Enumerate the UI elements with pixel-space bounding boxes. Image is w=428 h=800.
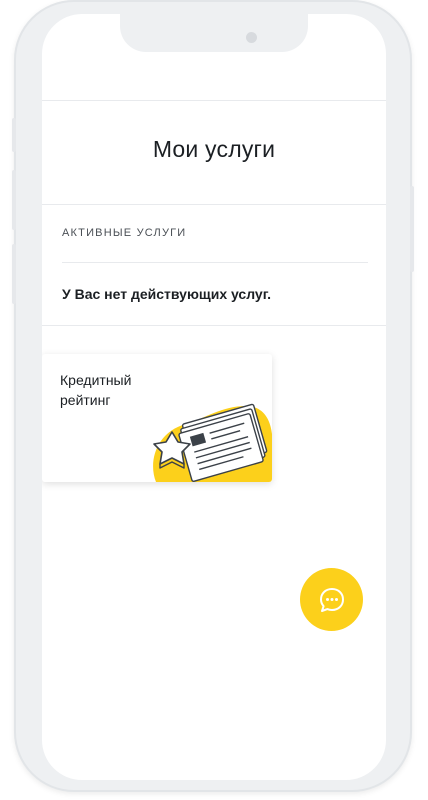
list-divider bbox=[42, 325, 386, 326]
volume-down-button bbox=[12, 244, 16, 304]
top-divider bbox=[42, 100, 386, 101]
active-services-label: АКТИВНЫЕ УСЛУГИ bbox=[62, 227, 187, 239]
volume-up-button bbox=[12, 170, 16, 230]
front-camera bbox=[246, 32, 257, 43]
chat-button[interactable] bbox=[300, 568, 363, 631]
chat-bubble-icon bbox=[319, 587, 344, 612]
header-divider bbox=[42, 204, 386, 205]
section-divider bbox=[62, 262, 368, 263]
page-title: Мои услуги bbox=[152, 136, 276, 162]
device-mockup: Мои услуги АКТИВНЫЕ УСЛУГИ У Вас нет дей… bbox=[0, 0, 428, 800]
credit-report-illustration bbox=[153, 403, 272, 482]
phone-notch bbox=[120, 14, 308, 52]
credit-rating-card[interactable]: Кредитный рейтинг bbox=[42, 354, 272, 482]
mute-switch bbox=[12, 118, 16, 152]
power-button bbox=[410, 186, 414, 272]
empty-services-message: У Вас нет действующих услуг. bbox=[62, 286, 272, 302]
app-screen: Мои услуги АКТИВНЫЕ УСЛУГИ У Вас нет дей… bbox=[42, 14, 386, 780]
